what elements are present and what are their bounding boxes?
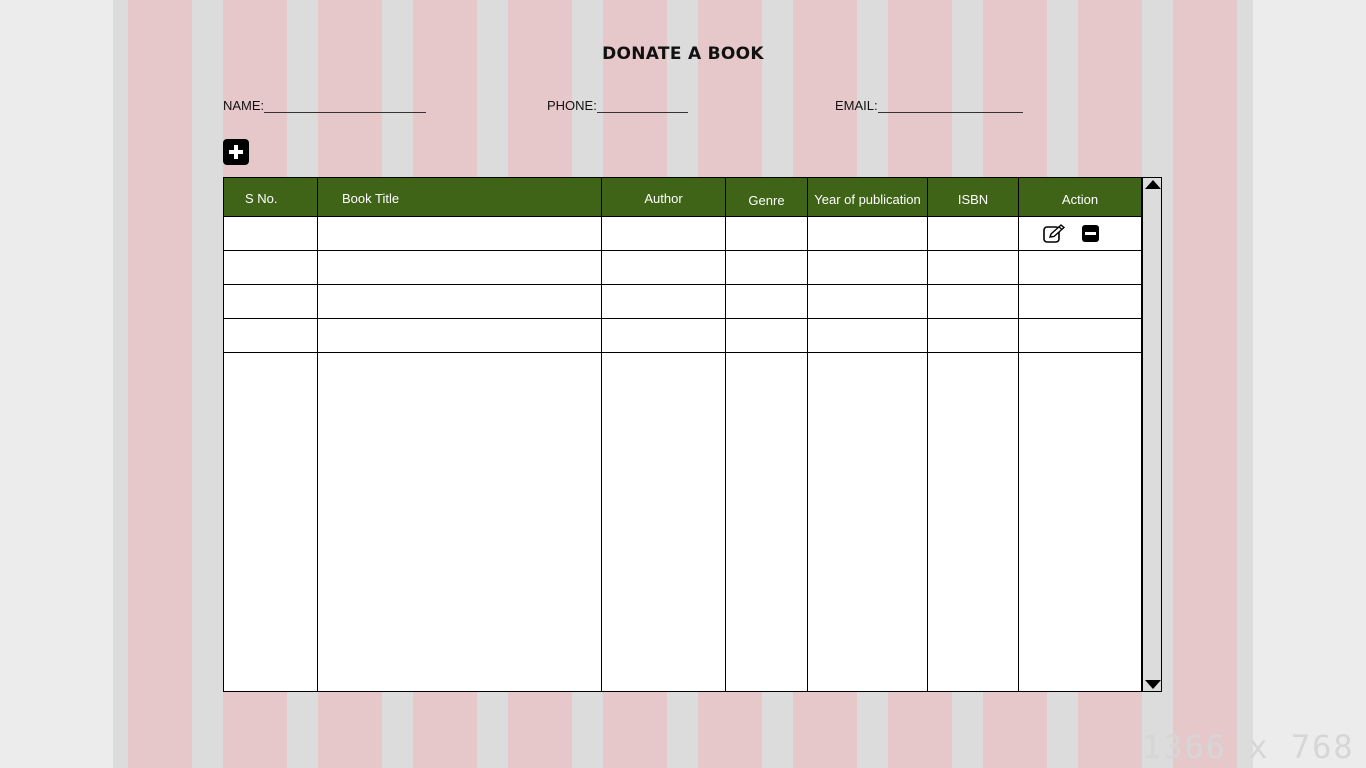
- books-table: S No. Book Title Author Genre Year of pu…: [223, 177, 1162, 692]
- header-isbn: ISBN: [928, 178, 1019, 218]
- phone-label: PHONE:: [547, 98, 597, 113]
- email-label: EMAIL:: [835, 98, 878, 113]
- background-stripe: [128, 0, 192, 768]
- header-year: Year of publication: [808, 178, 928, 218]
- header-sno: S No.: [224, 178, 318, 218]
- header-book-title: Book Title: [318, 178, 602, 218]
- table-row[interactable]: [223, 319, 1142, 353]
- table-row[interactable]: [223, 251, 1142, 285]
- table-row[interactable]: [223, 217, 1142, 251]
- arrow-up-icon[interactable]: [1145, 180, 1161, 189]
- header-author: Author: [602, 178, 726, 218]
- table-row[interactable]: [223, 285, 1142, 319]
- phone-field[interactable]: PHONE:: [547, 98, 688, 113]
- table-header: S No. Book Title Author Genre Year of pu…: [223, 177, 1142, 218]
- name-field[interactable]: NAME:: [223, 98, 427, 113]
- name-input-line[interactable]: [264, 99, 427, 113]
- email-field[interactable]: EMAIL:: [835, 98, 1023, 113]
- phone-input-line[interactable]: [596, 99, 688, 113]
- background-stripe: [1173, 0, 1237, 768]
- arrow-down-icon[interactable]: [1145, 680, 1161, 689]
- email-input-line[interactable]: [877, 99, 1023, 113]
- header-genre: Genre: [726, 178, 808, 218]
- header-action: Action: [1019, 178, 1142, 218]
- resolution-watermark: 1366 x 768: [1142, 728, 1355, 766]
- table-scrollbar[interactable]: [1142, 177, 1162, 692]
- add-book-button[interactable]: [223, 139, 249, 165]
- page-title: DONATE A BOOK: [602, 44, 764, 64]
- name-label: NAME:: [223, 98, 265, 113]
- edit-icon[interactable]: [1043, 224, 1065, 244]
- remove-button[interactable]: [1082, 225, 1099, 242]
